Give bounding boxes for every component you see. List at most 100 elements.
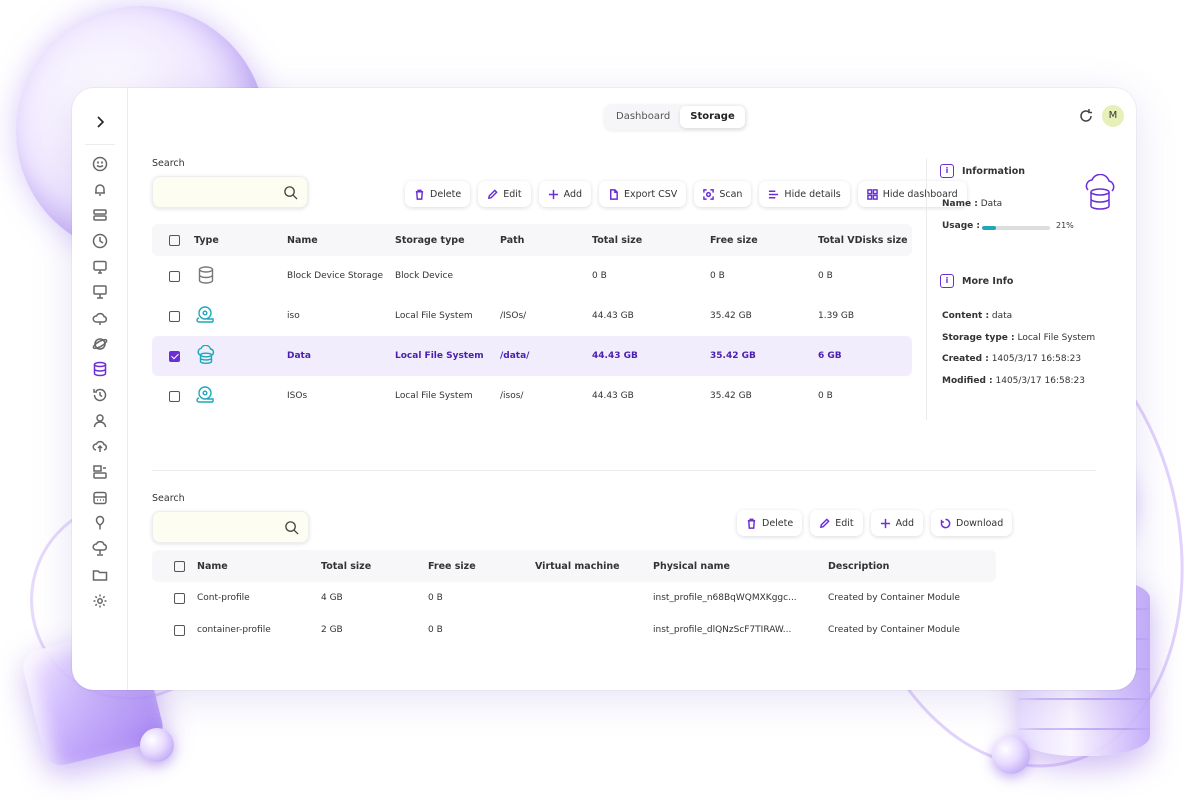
scan-button[interactable]: Scan: [694, 181, 752, 207]
hide-details-button[interactable]: Hide details: [759, 181, 850, 207]
export-csv-button[interactable]: Export CSV: [599, 181, 687, 207]
sidebar-item-planet[interactable]: [87, 331, 113, 357]
sidebar-item-cloud[interactable]: [87, 305, 113, 331]
row-checkbox[interactable]: [174, 592, 185, 604]
user-avatar[interactable]: M: [1102, 105, 1124, 127]
profiles-select-all-checkbox[interactable]: [174, 560, 185, 572]
sidebar-item-gear[interactable]: [87, 588, 113, 614]
profiles-search-input[interactable]: [163, 512, 283, 542]
sidebar-item-user[interactable]: [87, 408, 113, 434]
more-info-storage-type: Storage type : Local File System: [942, 333, 1095, 343]
sidebar-item-network-server[interactable]: [87, 459, 113, 485]
sidebar-item-rack[interactable]: [87, 485, 113, 511]
profiles-download-button[interactable]: Download: [931, 510, 1013, 536]
table-row[interactable]: Cont-profile 4 GB 0 B inst_profile_n68BqWQM…: [152, 582, 996, 614]
monitor-icon: [92, 260, 107, 274]
column-header-total-size: Total size: [321, 560, 372, 572]
sidebar-item-server[interactable]: [87, 202, 113, 228]
profiles-download-label: Download: [956, 517, 1004, 529]
row-checkbox[interactable]: [169, 270, 180, 282]
export-csv-button-label: Export CSV: [624, 188, 678, 200]
search-icon[interactable]: [283, 185, 298, 200]
sidebar-item-monitor[interactable]: [87, 254, 113, 280]
row-free-size: 35.42 GB: [710, 311, 752, 321]
tab-storage[interactable]: Storage: [680, 106, 745, 128]
profiles-toolbar: Delete Edit Add Download: [737, 510, 1013, 536]
panel-divider: [926, 158, 927, 420]
row-checkbox[interactable]: [169, 310, 180, 322]
refresh-icon[interactable]: [1078, 108, 1094, 124]
sidebar-item-smile[interactable]: [87, 151, 113, 177]
row-storage-type: Block Device: [395, 271, 453, 281]
file-export-icon: [610, 188, 618, 200]
row-checkbox[interactable]: [174, 624, 185, 636]
sidebar-expand-button[interactable]: [88, 110, 112, 134]
column-header-free-size: Free size: [428, 560, 476, 572]
profiles-delete-button[interactable]: Delete: [737, 510, 803, 536]
storage-search-label: Search: [152, 158, 185, 169]
sidebar-item-bell[interactable]: [87, 177, 113, 203]
more-info-content: Content : data: [942, 311, 1012, 321]
row-checkbox[interactable]: [169, 390, 180, 402]
row-path: /ISOs/: [500, 311, 527, 321]
sidebar-item-folder[interactable]: [87, 562, 113, 588]
sidebar-divider: [84, 144, 115, 145]
table-row[interactable]: ISOs Local File System/isos/44.43 GB 35.42…: [152, 376, 912, 416]
sidebar-item-cloud-upload[interactable]: [87, 434, 113, 460]
row-total-size: 44.43 GB: [592, 351, 638, 361]
sidebar-item-cloud-monitor[interactable]: [87, 536, 113, 562]
column-header-storage-type: Storage type: [395, 234, 465, 246]
row-path: /isos/: [500, 391, 524, 401]
column-header-name: Name: [287, 234, 318, 246]
profiles-search-box: [152, 511, 309, 543]
rack-icon: [92, 491, 107, 505]
decorative-bead: [992, 736, 1030, 774]
sidebar-item-history[interactable]: [87, 382, 113, 408]
created-label: Created :: [942, 354, 989, 364]
download-spinner-icon: [940, 518, 951, 528]
usage-bar: [982, 226, 1050, 230]
content-label: Content :: [942, 311, 990, 321]
select-all-checkbox[interactable]: [169, 234, 180, 246]
column-header-total-size: Total size: [592, 234, 643, 246]
row-vdisks-size: 6 GB: [818, 351, 842, 361]
database-icon: [93, 362, 106, 377]
row-name: ISOs: [287, 391, 308, 401]
info-icon: i: [940, 164, 954, 178]
sidebar-item-desktop[interactable]: [87, 279, 113, 305]
info-icon: i: [940, 274, 954, 288]
tab-dashboard[interactable]: Dashboard: [606, 106, 680, 128]
table-row[interactable]: iso Local File System/ISOs/44.43 GB 35.42 …: [152, 296, 912, 336]
edit-button[interactable]: Edit: [478, 181, 531, 207]
storage-search-input[interactable]: [163, 177, 283, 207]
table-row[interactable]: Data Local File System/data/44.43 GB 35.42…: [152, 336, 912, 376]
table-row[interactable]: container-profile 2 GB 0 B inst_profile_dlQ…: [152, 614, 996, 646]
information-panel: i Information Name : Data Usage : 21% i …: [940, 164, 1130, 386]
hide-details-button-label: Hide details: [784, 188, 841, 200]
user-icon: [93, 413, 106, 427]
bell-icon: [94, 183, 105, 196]
sidebar-item-database[interactable]: [87, 357, 113, 383]
row-vdisks-size: 0 B: [818, 271, 833, 281]
profiles-edit-button[interactable]: Edit: [810, 510, 863, 536]
row-path: /data/: [500, 351, 530, 361]
more-info-created: Created : 1405/3/17 16:58:23: [942, 354, 1081, 364]
storage-type-label: Storage type :: [942, 333, 1015, 343]
sidebar-item-probe[interactable]: [87, 511, 113, 537]
scan-icon: [703, 188, 715, 200]
server-icon: [92, 209, 107, 221]
search-icon[interactable]: [284, 520, 299, 535]
add-button[interactable]: Add: [538, 181, 592, 207]
profiles-add-button[interactable]: Add: [870, 510, 924, 536]
sidebar: [72, 88, 128, 690]
delete-button[interactable]: Delete: [405, 181, 471, 207]
info-name-label: Name :: [942, 199, 978, 209]
sidebar-item-clock[interactable]: [87, 228, 113, 254]
row-checkbox[interactable]: [169, 350, 180, 362]
table-row[interactable]: Block Device Storage Block Device 0 B 0 B 0 …: [152, 256, 912, 296]
scan-button-label: Scan: [719, 188, 743, 200]
disk-iso-icon: [196, 385, 214, 403]
row-total-size: 44.43 GB: [592, 311, 634, 321]
column-header-physical-name: Physical name: [653, 560, 730, 572]
add-button-label: Add: [563, 188, 583, 200]
